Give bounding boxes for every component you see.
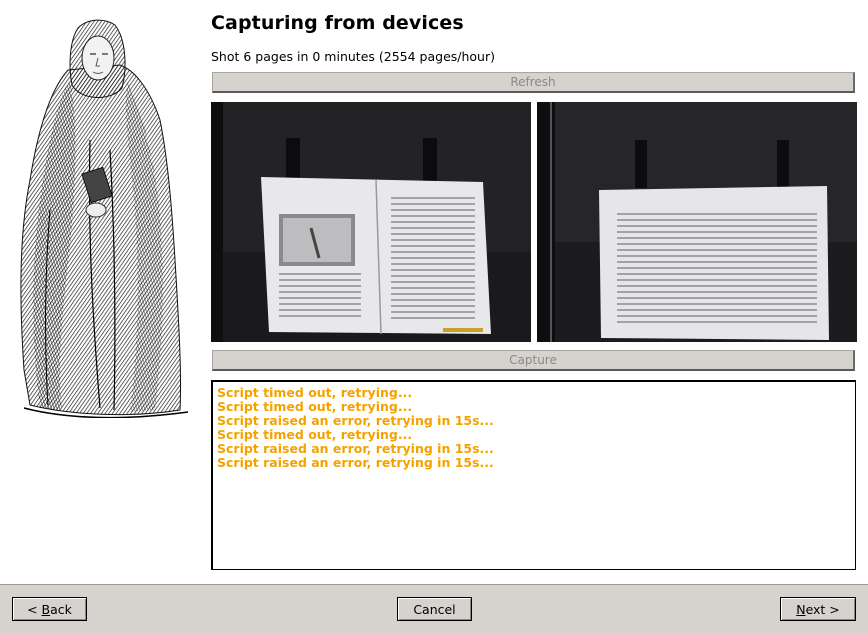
capture-button[interactable]: Capture xyxy=(212,350,855,371)
cancel-button[interactable]: Cancel xyxy=(397,597,472,621)
monk-illustration xyxy=(20,19,189,418)
log-line: Script raised an error, retrying in 15s.… xyxy=(217,413,494,428)
log-line: Script raised an error, retrying in 15s.… xyxy=(217,441,494,456)
next-button[interactable]: Next > xyxy=(780,597,856,621)
wizard-footer: < Back Cancel Next > xyxy=(0,584,868,634)
refresh-button[interactable]: Refresh xyxy=(212,72,855,93)
page-title: Capturing from devices xyxy=(211,12,464,34)
capture-log[interactable]: Script timed out, retrying... Script tim… xyxy=(211,380,856,570)
log-line: Script timed out, retrying... xyxy=(217,427,413,442)
log-line: Script timed out, retrying... xyxy=(217,399,413,414)
back-button[interactable]: < Back xyxy=(12,597,87,621)
left-camera-preview xyxy=(211,102,531,342)
log-line: Script raised an error, retrying in 15s.… xyxy=(217,455,494,470)
right-camera-preview xyxy=(537,102,857,342)
capture-status-text: Shot 6 pages in 0 minutes (2554 pages/ho… xyxy=(211,49,495,64)
log-line: Script timed out, retrying... xyxy=(217,385,413,400)
